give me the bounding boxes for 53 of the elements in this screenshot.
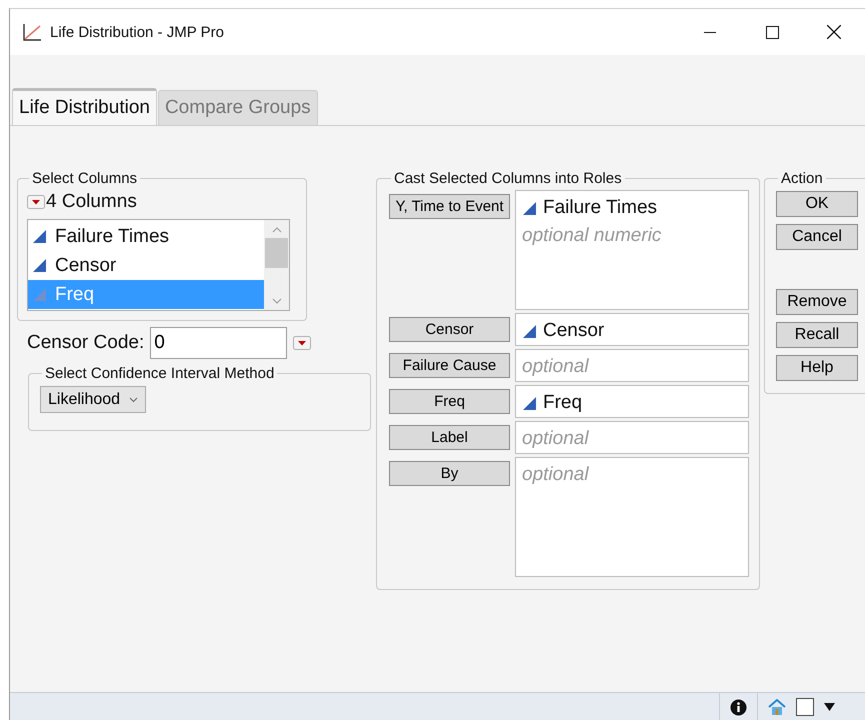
panel-title: Select Confidence Interval Method — [44, 365, 276, 382]
home-icon[interactable] — [768, 698, 786, 716]
role-hint: optional — [522, 464, 589, 486]
tab[interactable]: Life Distribution — [12, 88, 157, 125]
numeric-column-icon — [522, 396, 537, 410]
role-button[interactable]: Label — [389, 425, 510, 450]
role-hint: optional numeric — [522, 225, 662, 247]
scrollbar[interactable] — [264, 220, 289, 310]
numeric-column-icon — [32, 287, 47, 302]
column-list[interactable]: Failure Times Censor Freq — [27, 219, 290, 311]
color-swatch-icon[interactable] — [796, 698, 814, 716]
role-button[interactable]: Failure Cause — [389, 353, 510, 378]
panel-title: Action — [780, 170, 824, 187]
close-icon — [827, 25, 841, 39]
caret-icon[interactable] — [824, 703, 835, 711]
role-button[interactable]: Censor — [389, 317, 510, 342]
method-dropdown[interactable]: Likelihood — [40, 386, 146, 413]
role-box[interactable]: Censor — [515, 313, 749, 346]
chevron-down-icon — [129, 396, 138, 402]
action-button[interactable]: Remove — [776, 289, 858, 315]
action-button[interactable]: OK — [776, 191, 858, 217]
column-item[interactable]: Censor — [28, 251, 264, 280]
numeric-column-icon — [522, 324, 537, 338]
maximize-icon — [766, 26, 778, 38]
scroll-down-icon[interactable] — [272, 297, 282, 305]
chart-icon — [22, 23, 42, 41]
role-column: Censor — [543, 320, 604, 342]
role-box[interactable]: Freq — [515, 385, 749, 418]
info-icon[interactable] — [730, 698, 747, 716]
role-button[interactable]: Freq — [389, 389, 510, 414]
role-box[interactable]: Failure Times optional numeric — [515, 190, 749, 310]
scroll-up-icon[interactable] — [272, 226, 282, 234]
panel-title: Select Columns — [31, 170, 138, 187]
role-column: Failure Times — [543, 197, 658, 219]
dropdown-icon[interactable] — [27, 195, 45, 209]
censor-code-field[interactable]: 0 — [150, 327, 288, 359]
role-hint: optional — [522, 428, 589, 450]
role-hint: optional — [522, 356, 589, 378]
role-button[interactable]: Y, Time to Event — [389, 194, 510, 219]
role-column: Freq — [543, 392, 582, 414]
panel-title: Cast Selected Columns into Roles — [393, 170, 623, 187]
numeric-column-icon — [522, 200, 537, 216]
numeric-column-icon — [32, 229, 47, 244]
action-button[interactable]: Recall — [776, 322, 858, 348]
window-title: Life Distribution - JMP Pro — [50, 24, 224, 40]
censor-code-label: Censor Code: — [27, 332, 144, 354]
dropdown-icon[interactable] — [293, 336, 312, 350]
numeric-column-icon — [32, 258, 47, 273]
column-count: 4 Columns — [46, 191, 137, 213]
column-item[interactable]: Failure Times — [28, 222, 264, 251]
action-button[interactable]: Help — [776, 355, 858, 381]
role-button[interactable]: By — [389, 461, 510, 486]
action-button[interactable]: Cancel — [776, 224, 858, 250]
